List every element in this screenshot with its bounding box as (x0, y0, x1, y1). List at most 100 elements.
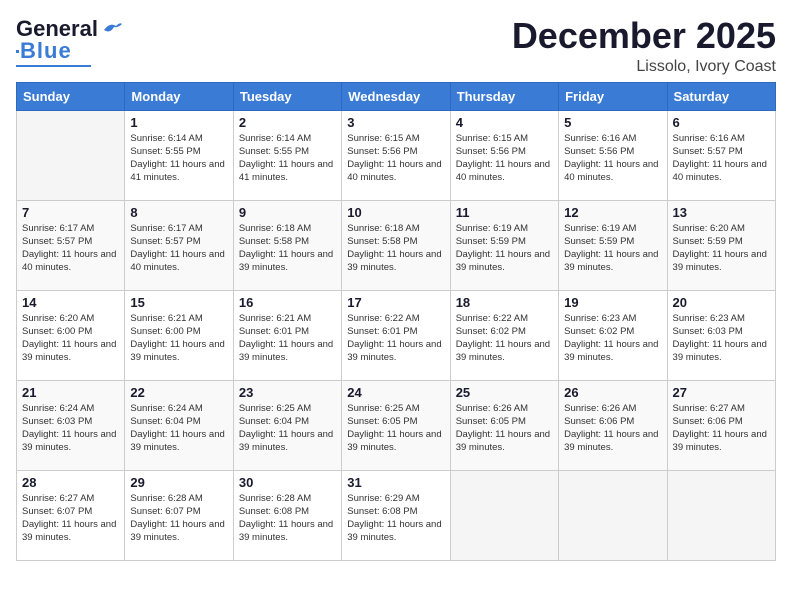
day-info: Sunrise: 6:22 AM Sunset: 6:02 PM Dayligh… (456, 312, 553, 365)
logo-blue: Blue (20, 38, 72, 64)
day-number: 24 (347, 385, 444, 400)
calendar-cell: 6 Sunrise: 6:16 AM Sunset: 5:57 PM Daylig… (667, 110, 775, 200)
calendar-cell: 4Sunrise: 6:15 AM Sunset: 5:56 PM Daylig… (450, 110, 558, 200)
day-number: 15 (130, 295, 227, 310)
calendar-cell: 24 Sunrise: 6:25 AM Sunset: 6:05 PM Dayli… (342, 380, 450, 470)
day-header-sunday: Sunday (17, 82, 125, 110)
logo-bird-icon (102, 20, 124, 38)
day-number: 31 (347, 475, 444, 490)
calendar-cell: 27 Sunrise: 6:27 AM Sunset: 6:06 PM Dayli… (667, 380, 775, 470)
day-number: 8 (130, 205, 227, 220)
calendar-cell: 7 Sunrise: 6:17 AM Sunset: 5:57 PM Daylig… (17, 200, 125, 290)
day-header-thursday: Thursday (450, 82, 558, 110)
day-info: Sunrise: 6:28 AM Sunset: 6:08 PM Dayligh… (239, 492, 336, 545)
day-number: 19 (564, 295, 661, 310)
day-number: 16 (239, 295, 336, 310)
day-info: Sunrise: 6:19 AM Sunset: 5:59 PM Dayligh… (564, 222, 661, 275)
day-number: 18 (456, 295, 553, 310)
title-block: December 2025 Lissolo, Ivory Coast (512, 16, 776, 76)
day-number: 1 (130, 115, 227, 130)
day-info: Sunrise: 6:17 AM Sunset: 5:57 PM Dayligh… (130, 222, 227, 275)
day-number: 4 (456, 115, 553, 130)
calendar-cell: 26 Sunrise: 6:26 AM Sunset: 6:06 PM Dayli… (559, 380, 667, 470)
day-info: Sunrise: 6:29 AM Sunset: 6:08 PM Dayligh… (347, 492, 444, 545)
calendar-cell: 9 Sunrise: 6:18 AM Sunset: 5:58 PM Daylig… (233, 200, 341, 290)
day-info: Sunrise: 6:26 AM Sunset: 6:05 PM Dayligh… (456, 402, 553, 455)
page-header: General Blue December 2025 Lissolo, Ivor… (16, 16, 776, 76)
day-number: 14 (22, 295, 119, 310)
month-title: December 2025 (512, 16, 776, 56)
day-info: Sunrise: 6:23 AM Sunset: 6:03 PM Dayligh… (673, 312, 770, 365)
day-number: 26 (564, 385, 661, 400)
day-number: 30 (239, 475, 336, 490)
logo-underline (16, 65, 91, 67)
day-number: 25 (456, 385, 553, 400)
calendar-cell: 13 Sunrise: 6:20 AM Sunset: 5:59 PM Dayli… (667, 200, 775, 290)
day-number: 11 (456, 205, 553, 220)
calendar-cell: 19 Sunrise: 6:23 AM Sunset: 6:02 PM Dayli… (559, 290, 667, 380)
day-info: Sunrise: 6:21 AM Sunset: 6:00 PM Dayligh… (130, 312, 227, 365)
day-header-tuesday: Tuesday (233, 82, 341, 110)
calendar-cell (667, 470, 775, 560)
day-info: Sunrise: 6:16 AM Sunset: 5:56 PM Dayligh… (564, 132, 661, 185)
day-number: 10 (347, 205, 444, 220)
calendar-cell: 8 Sunrise: 6:17 AM Sunset: 5:57 PM Daylig… (125, 200, 233, 290)
day-number: 29 (130, 475, 227, 490)
day-info: Sunrise: 6:26 AM Sunset: 6:06 PM Dayligh… (564, 402, 661, 455)
calendar-cell: 5Sunrise: 6:16 AM Sunset: 5:56 PM Daylig… (559, 110, 667, 200)
calendar-cell: 14 Sunrise: 6:20 AM Sunset: 6:00 PM Dayli… (17, 290, 125, 380)
day-info: Sunrise: 6:20 AM Sunset: 6:00 PM Dayligh… (22, 312, 119, 365)
day-header-wednesday: Wednesday (342, 82, 450, 110)
day-info: Sunrise: 6:17 AM Sunset: 5:57 PM Dayligh… (22, 222, 119, 275)
day-number: 7 (22, 205, 119, 220)
day-number: 13 (673, 205, 770, 220)
calendar-cell: 22 Sunrise: 6:24 AM Sunset: 6:04 PM Dayli… (125, 380, 233, 470)
day-info: Sunrise: 6:14 AM Sunset: 5:55 PM Dayligh… (239, 132, 336, 185)
day-number: 27 (673, 385, 770, 400)
calendar-cell: 15 Sunrise: 6:21 AM Sunset: 6:00 PM Dayli… (125, 290, 233, 380)
calendar-cell: 16 Sunrise: 6:21 AM Sunset: 6:01 PM Dayli… (233, 290, 341, 380)
calendar-cell: 25 Sunrise: 6:26 AM Sunset: 6:05 PM Dayli… (450, 380, 558, 470)
day-number: 22 (130, 385, 227, 400)
day-number: 9 (239, 205, 336, 220)
calendar-cell: 31 Sunrise: 6:29 AM Sunset: 6:08 PM Dayli… (342, 470, 450, 560)
day-info: Sunrise: 6:22 AM Sunset: 6:01 PM Dayligh… (347, 312, 444, 365)
calendar-cell: 21 Sunrise: 6:24 AM Sunset: 6:03 PM Dayli… (17, 380, 125, 470)
day-info: Sunrise: 6:27 AM Sunset: 6:07 PM Dayligh… (22, 492, 119, 545)
day-info: Sunrise: 6:15 AM Sunset: 5:56 PM Dayligh… (347, 132, 444, 185)
day-info: Sunrise: 6:18 AM Sunset: 5:58 PM Dayligh… (239, 222, 336, 275)
calendar-cell: 10Sunrise: 6:18 AM Sunset: 5:58 PM Dayli… (342, 200, 450, 290)
day-info: Sunrise: 6:16 AM Sunset: 5:57 PM Dayligh… (673, 132, 770, 185)
day-number: 17 (347, 295, 444, 310)
logo: General Blue (16, 16, 124, 67)
calendar-cell (559, 470, 667, 560)
calendar-cell: 30 Sunrise: 6:28 AM Sunset: 6:08 PM Dayli… (233, 470, 341, 560)
day-info: Sunrise: 6:24 AM Sunset: 6:04 PM Dayligh… (130, 402, 227, 455)
day-number: 20 (673, 295, 770, 310)
day-header-saturday: Saturday (667, 82, 775, 110)
day-info: Sunrise: 6:25 AM Sunset: 6:05 PM Dayligh… (347, 402, 444, 455)
calendar-cell (17, 110, 125, 200)
calendar-cell: 18 Sunrise: 6:22 AM Sunset: 6:02 PM Dayli… (450, 290, 558, 380)
calendar-cell: 20 Sunrise: 6:23 AM Sunset: 6:03 PM Dayli… (667, 290, 775, 380)
day-info: Sunrise: 6:23 AM Sunset: 6:02 PM Dayligh… (564, 312, 661, 365)
day-info: Sunrise: 6:20 AM Sunset: 5:59 PM Dayligh… (673, 222, 770, 275)
day-header-monday: Monday (125, 82, 233, 110)
day-info: Sunrise: 6:24 AM Sunset: 6:03 PM Dayligh… (22, 402, 119, 455)
day-number: 3 (347, 115, 444, 130)
calendar-cell: 1 Sunrise: 6:14 AM Sunset: 5:55 PM Daylig… (125, 110, 233, 200)
day-header-friday: Friday (559, 82, 667, 110)
day-info: Sunrise: 6:14 AM Sunset: 5:55 PM Dayligh… (130, 132, 227, 185)
day-number: 21 (22, 385, 119, 400)
calendar-cell: 12Sunrise: 6:19 AM Sunset: 5:59 PM Dayli… (559, 200, 667, 290)
day-number: 28 (22, 475, 119, 490)
day-info: Sunrise: 6:28 AM Sunset: 6:07 PM Dayligh… (130, 492, 227, 545)
calendar-cell: 17 Sunrise: 6:22 AM Sunset: 6:01 PM Dayli… (342, 290, 450, 380)
calendar-cell: 23Sunrise: 6:25 AM Sunset: 6:04 PM Dayli… (233, 380, 341, 470)
day-number: 6 (673, 115, 770, 130)
calendar-cell: 2Sunrise: 6:14 AM Sunset: 5:55 PM Daylig… (233, 110, 341, 200)
day-info: Sunrise: 6:27 AM Sunset: 6:06 PM Dayligh… (673, 402, 770, 455)
day-info: Sunrise: 6:21 AM Sunset: 6:01 PM Dayligh… (239, 312, 336, 365)
calendar-cell (450, 470, 558, 560)
calendar-cell: 28 Sunrise: 6:27 AM Sunset: 6:07 PM Dayli… (17, 470, 125, 560)
